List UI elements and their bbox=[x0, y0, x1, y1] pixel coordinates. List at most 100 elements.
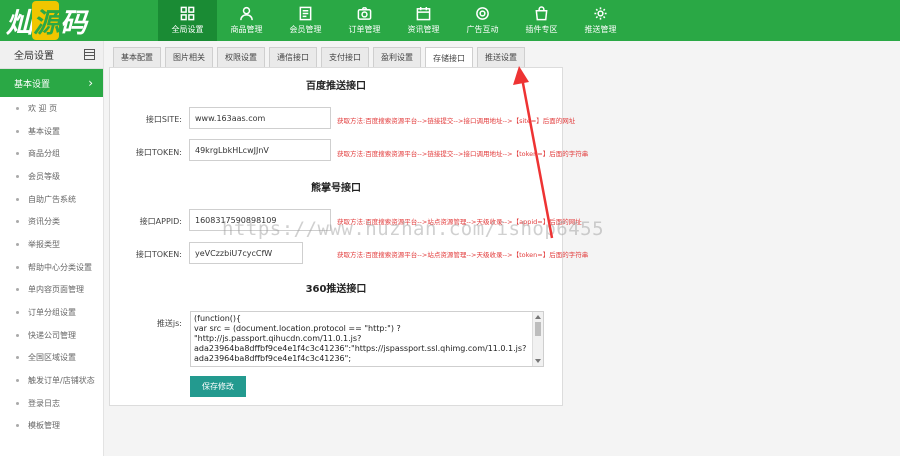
calendar-icon bbox=[416, 6, 431, 21]
nav-label: 商品管理 bbox=[230, 25, 263, 34]
sidebar-item[interactable]: 欢 迎 页 bbox=[0, 97, 103, 120]
bullet-icon bbox=[16, 265, 19, 269]
nav-plugins[interactable]: 插件专区 bbox=[512, 0, 571, 41]
sidebar-list: 欢 迎 页 基本设置 商品分组 会员等级 自助广告系统 资讯分类 举报类型 帮助… bbox=[0, 97, 103, 437]
label-xz-appid: 接口APPID: bbox=[139, 217, 182, 226]
js-line: ada23964ba8dffbf9ce4e1f4c3c41236"; bbox=[194, 354, 352, 363]
bullet-icon bbox=[16, 356, 19, 360]
sidebar-item[interactable]: 举报类型 bbox=[0, 233, 103, 256]
xz-token-hint: 获取方法:百度搜索资源平台-->站点资源管理-->天级收录-->【token=】… bbox=[337, 251, 589, 259]
tab-image[interactable]: 图片相关 bbox=[165, 47, 213, 67]
bullet-icon bbox=[16, 106, 19, 110]
sidebar-item[interactable]: 会员等级 bbox=[0, 165, 103, 188]
bullet-icon bbox=[16, 197, 19, 201]
sidebar-item[interactable]: 单内容页面管理 bbox=[0, 279, 103, 302]
scroll-thumb[interactable] bbox=[535, 322, 541, 336]
bullet-icon bbox=[16, 288, 19, 292]
sidebar-item[interactable]: 自助广告系统 bbox=[0, 188, 103, 211]
js-line: var src = (document.location.protocol ==… bbox=[194, 324, 401, 333]
bullet-icon bbox=[16, 401, 19, 405]
js-line: (function(){ bbox=[194, 314, 242, 323]
nav-product-management[interactable]: 商品管理 bbox=[217, 0, 276, 41]
settings-tabs: 基本配置 图片相关 权限设置 通信接口 支付接口 盈利设置 存储接口 推送设置 bbox=[113, 47, 529, 68]
sidebar-item[interactable]: 基本设置 bbox=[0, 120, 103, 143]
tab-profit[interactable]: 盈利设置 bbox=[373, 47, 421, 67]
sidebar-item[interactable]: 全国区域设置 bbox=[0, 347, 103, 370]
sidebar-item[interactable]: 帮助中心分类设置 bbox=[0, 256, 103, 279]
menu-toggle-icon[interactable] bbox=[84, 49, 95, 60]
gear-icon bbox=[594, 7, 607, 20]
tab-storage[interactable]: 存储接口 bbox=[425, 47, 473, 68]
section-title-360: 360推送接口 bbox=[305, 284, 367, 295]
baidu-token-input[interactable]: 49krgLbkHLcwJJnV bbox=[189, 139, 331, 161]
scroll-up-icon[interactable] bbox=[535, 315, 541, 319]
section-title-baidu: 百度推送接口 bbox=[306, 81, 366, 92]
nav-label: 广告互动 bbox=[466, 25, 499, 34]
push-js-textarea[interactable]: (function(){ var src = (document.locatio… bbox=[190, 311, 544, 367]
bullet-icon bbox=[16, 242, 19, 246]
nav-label: 推送管理 bbox=[584, 25, 617, 34]
nav-label: 插件专区 bbox=[525, 25, 558, 34]
sidebar-item[interactable]: 登录日志 bbox=[0, 392, 103, 415]
tab-payment[interactable]: 支付接口 bbox=[321, 47, 369, 67]
scroll-down-icon[interactable] bbox=[535, 359, 541, 363]
label-xz-token: 接口TOKEN: bbox=[135, 250, 182, 259]
tab-push-settings[interactable]: 推送设置 bbox=[477, 47, 525, 67]
bullet-icon bbox=[16, 333, 19, 337]
bullet-icon bbox=[16, 129, 19, 133]
js-line: "http://js.passport.qihucdn.com/11.0.1.j… bbox=[194, 334, 362, 343]
tab-basic-config[interactable]: 基本配置 bbox=[113, 47, 161, 67]
textarea-scrollbar[interactable] bbox=[532, 312, 543, 366]
bullet-icon bbox=[16, 220, 19, 224]
bullet-icon bbox=[16, 152, 19, 156]
main-nav: 全局设置 商品管理 会员管理 订单管理 资讯管理 广告互动 插件专区 推送管理 bbox=[158, 0, 630, 41]
sidebar-title: 全局设置 bbox=[14, 51, 54, 62]
nav-label: 会员管理 bbox=[289, 25, 322, 34]
label-360-js: 推送js: bbox=[156, 319, 182, 328]
sidebar-item[interactable]: 触发订单/店铺状态 bbox=[0, 369, 103, 392]
top-bar: 灿源码 全局设置 商品管理 会员管理 订单管理 资讯管理 广告互动 插件专区 推… bbox=[0, 0, 900, 41]
baidu-token-hint: 获取方法:百度搜索资源平台-->链接提交-->接口调用地址-->【token=】… bbox=[337, 150, 589, 158]
bullet-icon bbox=[16, 379, 19, 383]
nav-label: 全局设置 bbox=[171, 25, 204, 34]
js-line: ada23964ba8dffbf9ce4e1f4c3c41236":"https… bbox=[194, 344, 527, 353]
logo-text-right: 码 bbox=[60, 8, 87, 39]
camera-icon bbox=[357, 7, 372, 20]
nav-order-management[interactable]: 订单管理 bbox=[335, 0, 394, 41]
nav-label: 订单管理 bbox=[348, 25, 381, 34]
logo-text-left: 灿 bbox=[6, 8, 33, 39]
nav-global-settings[interactable]: 全局设置 bbox=[158, 0, 217, 41]
watermark: https://www.huzhan.com/ishop6455 bbox=[222, 218, 605, 240]
nav-push-management[interactable]: 推送管理 bbox=[571, 0, 630, 41]
bullet-icon bbox=[16, 311, 19, 315]
nav-news-management[interactable]: 资讯管理 bbox=[394, 0, 453, 41]
label-baidu-token: 接口TOKEN: bbox=[135, 148, 182, 157]
sidebar-item[interactable]: 快递公司管理 bbox=[0, 324, 103, 347]
baidu-site-input[interactable]: www.163aas.com bbox=[189, 107, 331, 129]
sidebar-item[interactable]: 商品分组 bbox=[0, 142, 103, 165]
sidebar-item[interactable]: 订单分组设置 bbox=[0, 301, 103, 324]
gear-icon bbox=[476, 7, 489, 20]
bag-icon bbox=[535, 6, 548, 21]
tab-communication[interactable]: 通信接口 bbox=[269, 47, 317, 67]
sidebar-item[interactable]: 资讯分类 bbox=[0, 210, 103, 233]
bullet-icon bbox=[16, 174, 19, 178]
sidebar-header: 全局设置 bbox=[0, 41, 103, 69]
sidebar-item[interactable]: 模板管理 bbox=[0, 415, 103, 438]
bullet-icon bbox=[16, 424, 19, 428]
tab-permissions[interactable]: 权限设置 bbox=[217, 47, 265, 67]
sidebar-item-basic-settings-active[interactable]: 基本设置 › bbox=[0, 69, 103, 97]
nav-member-management[interactable]: 会员管理 bbox=[276, 0, 335, 41]
nav-ads-interaction[interactable]: 广告互动 bbox=[453, 0, 512, 41]
nav-label: 资讯管理 bbox=[407, 25, 440, 34]
logo-text-mid: 源 bbox=[32, 1, 60, 40]
document-icon bbox=[299, 6, 312, 21]
logo[interactable]: 灿源码 bbox=[0, 0, 158, 41]
save-button[interactable]: 保存修改 bbox=[190, 376, 246, 397]
user-icon bbox=[240, 6, 253, 21]
xz-token-input[interactable]: yeVCzzbiU7cycCfW bbox=[189, 242, 303, 264]
label-baidu-site: 接口SITE: bbox=[145, 115, 182, 124]
section-title-xiongzhang: 熊掌号接口 bbox=[311, 183, 361, 194]
chevron-right-icon: › bbox=[88, 76, 93, 90]
sidebar: 全局设置 基本设置 › 欢 迎 页 基本设置 商品分组 会员等级 自助广告系统 … bbox=[0, 41, 104, 456]
